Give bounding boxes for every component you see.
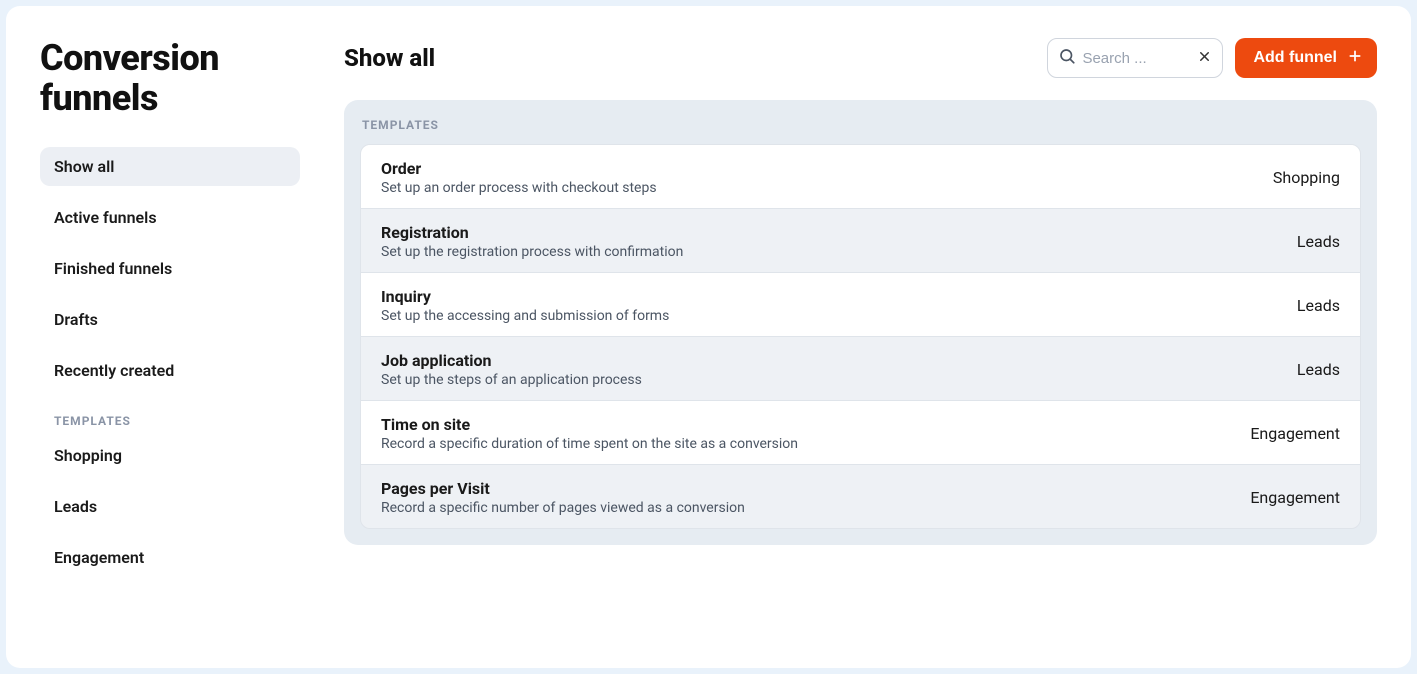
template-category: Engagement	[1250, 424, 1340, 443]
template-title: Job application	[381, 351, 642, 370]
sidebar-item-label: Shopping	[54, 446, 122, 465]
sidebar-item-engagement[interactable]: Engagement	[40, 538, 300, 577]
template-title: Order	[381, 159, 657, 178]
template-category: Engagement	[1250, 488, 1340, 507]
sidebar-item-show-all[interactable]: Show all	[40, 147, 300, 186]
template-category: Leads	[1297, 360, 1340, 379]
template-row-time-on-site[interactable]: Time on site Record a specific duration …	[361, 401, 1360, 465]
sidebar-item-recently-created[interactable]: Recently created	[40, 351, 300, 390]
template-desc: Set up the registration process with con…	[381, 244, 683, 260]
template-info: Order Set up an order process with check…	[381, 159, 657, 196]
template-category: Leads	[1297, 296, 1340, 315]
search-field-wrap[interactable]	[1047, 38, 1223, 78]
page-title: Conversion funnels	[40, 38, 300, 119]
sidebar-item-label: Active funnels	[54, 208, 157, 227]
search-input[interactable]	[1076, 50, 1197, 67]
template-row-pages-per-visit[interactable]: Pages per Visit Record a specific number…	[361, 465, 1360, 528]
template-row-registration[interactable]: Registration Set up the registration pro…	[361, 209, 1360, 273]
template-info: Registration Set up the registration pro…	[381, 223, 683, 260]
sidebar-item-finished-funnels[interactable]: Finished funnels	[40, 249, 300, 288]
template-desc: Set up an order process with checkout st…	[381, 180, 657, 196]
sidebar: Conversion funnels Show all Active funne…	[40, 38, 300, 644]
sidebar-item-leads[interactable]: Leads	[40, 487, 300, 526]
add-funnel-label: Add funnel	[1253, 49, 1337, 67]
clear-search-button[interactable]	[1197, 49, 1212, 68]
sidebar-item-label: Recently created	[54, 361, 174, 380]
template-title: Time on site	[381, 415, 798, 434]
template-row-job-application[interactable]: Job application Set up the steps of an a…	[361, 337, 1360, 401]
topbar: Show all Add funnel	[344, 38, 1377, 78]
template-row-inquiry[interactable]: Inquiry Set up the accessing and submiss…	[361, 273, 1360, 337]
template-desc: Set up the accessing and submission of f…	[381, 308, 669, 324]
template-category: Shopping	[1273, 168, 1340, 187]
sidebar-templates-label: TEMPLATES	[40, 402, 300, 436]
template-desc: Record a specific duration of time spent…	[381, 436, 798, 452]
sidebar-nav: Show all Active funnels Finished funnels…	[40, 147, 300, 390]
add-funnel-button[interactable]: Add funnel	[1235, 38, 1377, 78]
sidebar-item-label: Drafts	[54, 310, 98, 329]
plus-icon	[1347, 48, 1363, 69]
sidebar-item-drafts[interactable]: Drafts	[40, 300, 300, 339]
sidebar-item-label: Finished funnels	[54, 259, 172, 278]
template-desc: Set up the steps of an application proce…	[381, 372, 642, 388]
template-row-order[interactable]: Order Set up an order process with check…	[361, 145, 1360, 209]
main-heading: Show all	[344, 44, 435, 72]
close-icon	[1197, 49, 1212, 68]
sidebar-item-shopping[interactable]: Shopping	[40, 436, 300, 475]
template-title: Inquiry	[381, 287, 669, 306]
template-title: Registration	[381, 223, 683, 242]
templates-panel: TEMPLATES Order Set up an order process …	[344, 100, 1377, 545]
sidebar-item-label: Leads	[54, 497, 97, 516]
search-icon	[1058, 47, 1076, 69]
app-frame: Conversion funnels Show all Active funne…	[6, 6, 1411, 668]
template-info: Pages per Visit Record a specific number…	[381, 479, 745, 516]
template-info: Time on site Record a specific duration …	[381, 415, 798, 452]
template-list: Order Set up an order process with check…	[360, 144, 1361, 529]
sidebar-item-active-funnels[interactable]: Active funnels	[40, 198, 300, 237]
sidebar-item-label: Show all	[54, 157, 114, 176]
template-info: Job application Set up the steps of an a…	[381, 351, 642, 388]
sidebar-template-nav: Shopping Leads Engagement	[40, 436, 300, 577]
template-title: Pages per Visit	[381, 479, 745, 498]
templates-panel-label: TEMPLATES	[360, 118, 1361, 132]
sidebar-item-label: Engagement	[54, 548, 144, 567]
template-info: Inquiry Set up the accessing and submiss…	[381, 287, 669, 324]
main-content: Show all Add funnel	[344, 38, 1377, 644]
template-desc: Record a specific number of pages viewed…	[381, 500, 745, 516]
template-category: Leads	[1297, 232, 1340, 251]
topbar-actions: Add funnel	[1047, 38, 1377, 78]
